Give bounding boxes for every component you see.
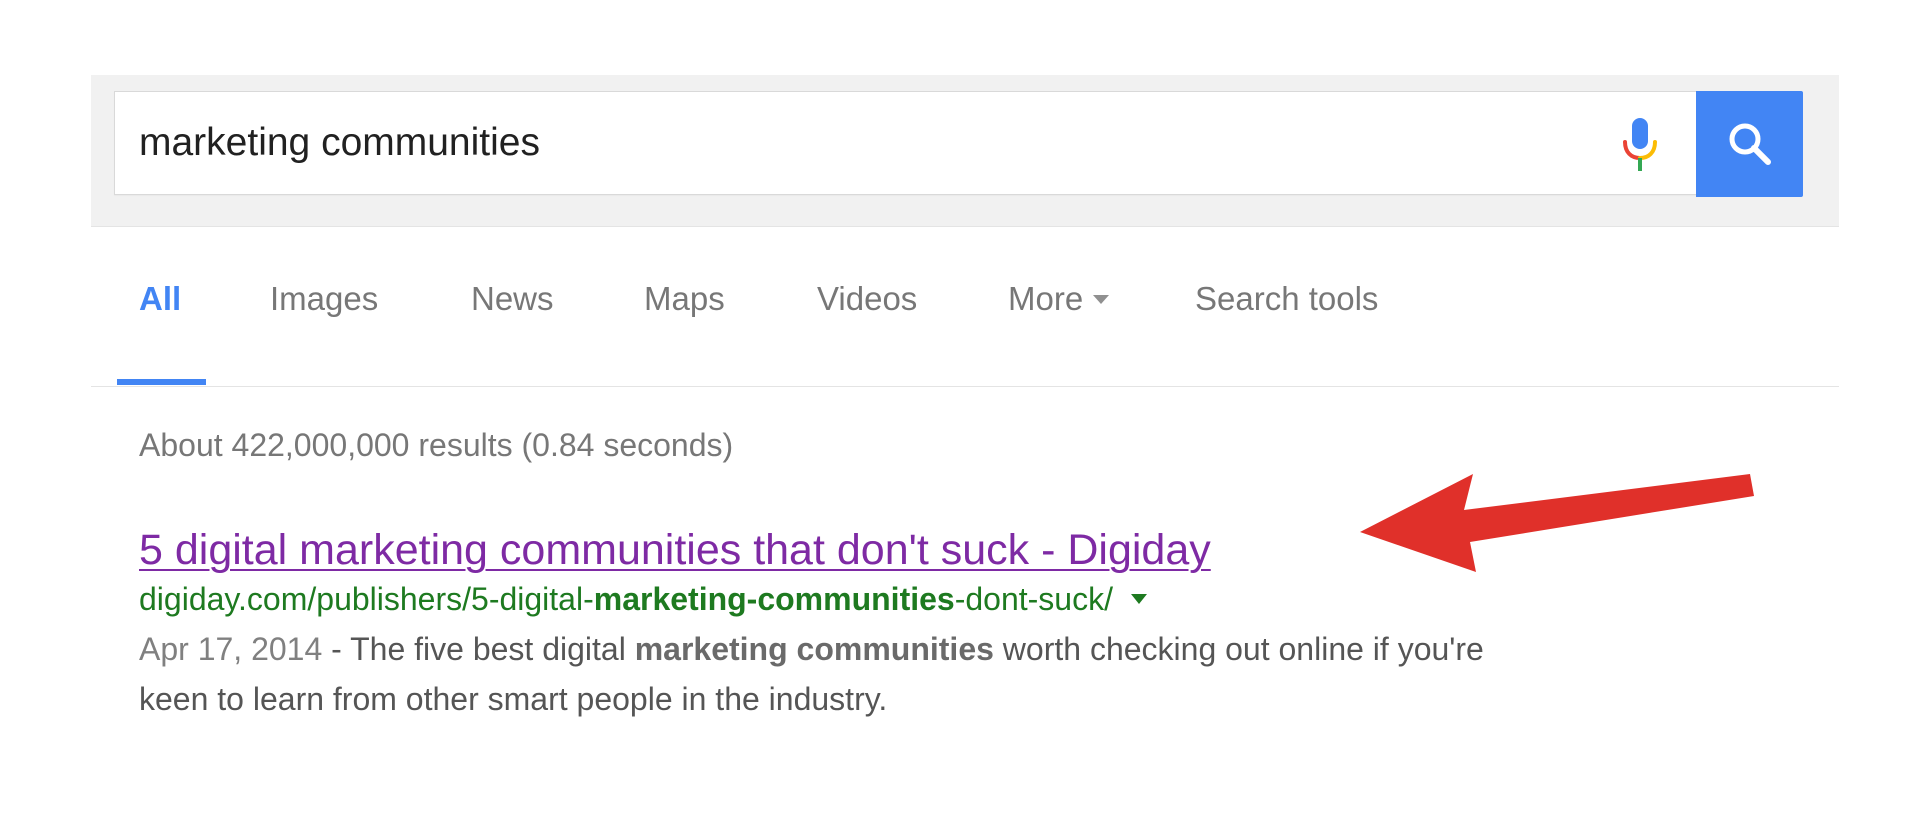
chevron-down-icon <box>1093 294 1110 304</box>
search-result: 5 digital marketing communities that don… <box>139 526 1539 724</box>
tab-news[interactable]: News <box>471 280 554 318</box>
search-button[interactable] <box>1696 91 1803 197</box>
result-url: digiday.com/publishers/5-digital-marketi… <box>139 581 1539 618</box>
tab-images[interactable]: Images <box>270 280 378 318</box>
result-url-part: -dont-suck/ <box>954 581 1113 617</box>
result-url-keyword: marketing-communities <box>593 581 955 617</box>
result-title-link[interactable]: 5 digital marketing communities that don… <box>139 526 1211 575</box>
search-tabs: All Images News Maps Videos More Search … <box>91 226 1839 387</box>
microphone-icon[interactable] <box>1615 116 1665 174</box>
result-snippet: Apr 17, 2014 - The five best digital mar… <box>139 624 1539 724</box>
tab-more-label: More <box>1008 280 1084 317</box>
tab-more[interactable]: More <box>1008 280 1110 318</box>
tab-maps[interactable]: Maps <box>644 280 725 318</box>
result-date: Apr 17, 2014 <box>139 631 323 667</box>
result-stats: About 422,000,000 results (0.84 seconds) <box>139 427 734 463</box>
search-input[interactable] <box>115 92 1589 194</box>
page: All Images News Maps Videos More Search … <box>0 0 1920 836</box>
snippet-text: - The five best digital <box>322 631 635 667</box>
snippet-keyword: marketing communities <box>634 631 994 667</box>
tab-search-tools[interactable]: Search tools <box>1195 280 1378 318</box>
url-options-icon[interactable] <box>1130 593 1147 604</box>
tab-videos[interactable]: Videos <box>817 280 917 318</box>
search-header <box>91 75 1839 227</box>
result-url-part: digiday.com/publishers/5-digital- <box>139 581 594 617</box>
search-box[interactable] <box>114 91 1697 195</box>
active-tab-indicator <box>117 379 206 385</box>
magnifier-icon <box>1729 123 1771 165</box>
tab-all[interactable]: All <box>139 280 181 318</box>
red-arrow-icon <box>1360 474 1754 572</box>
